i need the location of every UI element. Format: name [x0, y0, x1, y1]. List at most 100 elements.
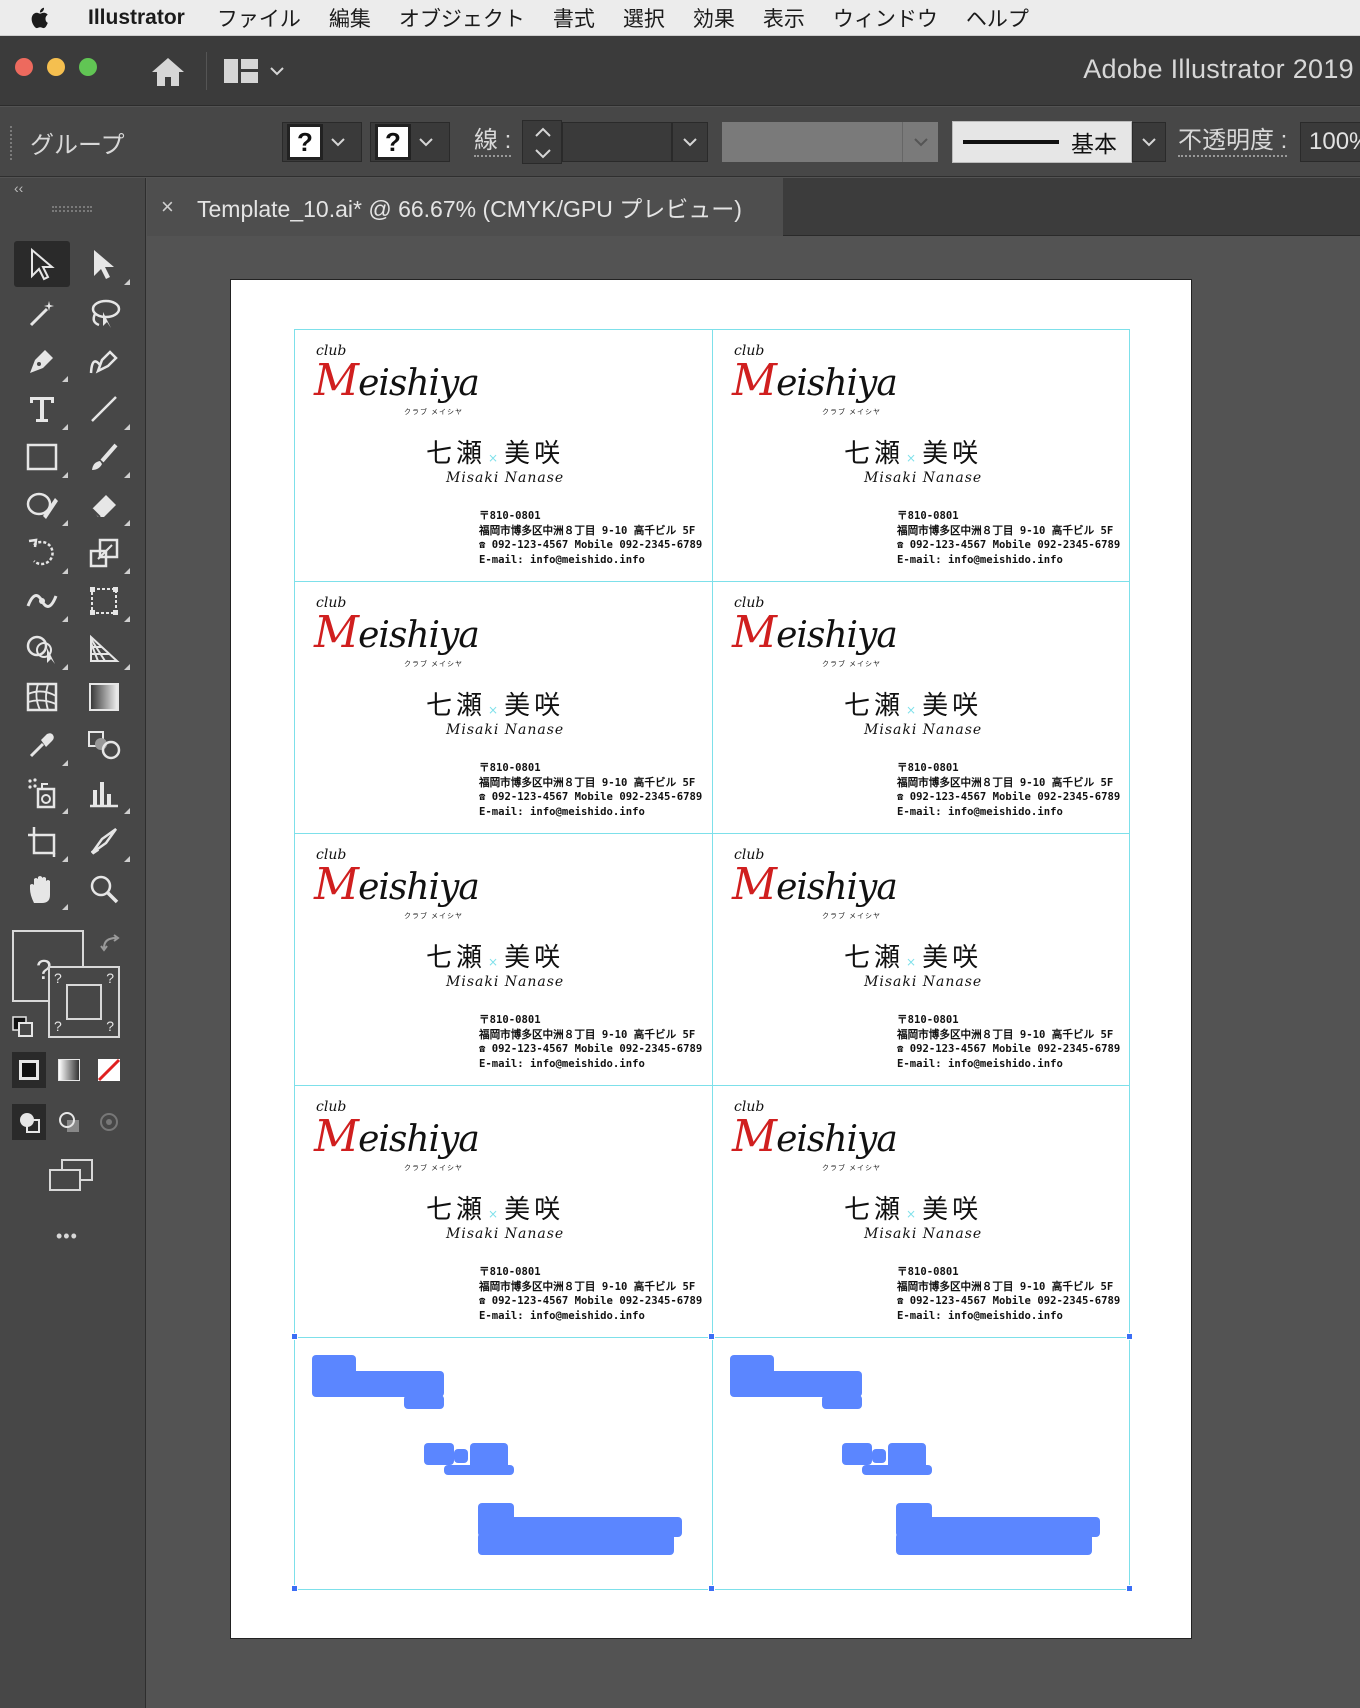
close-tab-icon[interactable]: × — [161, 194, 197, 220]
draw-behind-button[interactable] — [52, 1104, 86, 1140]
control-bar-grip[interactable] — [10, 126, 14, 160]
business-card[interactable]: club Meishiya クラブ メイシヤ 七瀬 ×美咲 Misaki Nana… — [712, 581, 1130, 833]
stroke-weight-spinner[interactable] — [522, 120, 562, 164]
selected-business-card[interactable] — [712, 1337, 1130, 1589]
card-address: 福岡市博多区中洲８丁目 9-10 高千ビル 5F — [479, 1280, 696, 1293]
tools-panel-grip[interactable] — [52, 206, 92, 212]
hand-tool[interactable] — [14, 866, 70, 912]
selection-handle[interactable] — [291, 1333, 298, 1340]
menu-app-name[interactable]: Illustrator — [88, 6, 185, 30]
card-kana: クラブ メイシヤ — [822, 913, 881, 920]
card-address: 福岡市博多区中洲８丁目 9-10 高千ビル 5F — [479, 1028, 696, 1041]
business-card[interactable]: club Meishiya クラブ メイシヤ 七瀬 ×美咲 Misaki Nana… — [294, 833, 712, 1085]
selection-type-label: グループ — [30, 132, 125, 159]
mesh-tool[interactable] — [14, 674, 70, 720]
stroke-color-picker[interactable]: ? — [370, 122, 450, 162]
selection-handle[interactable] — [1126, 1585, 1133, 1592]
menu-file[interactable]: ファイル — [217, 3, 301, 33]
document-tab[interactable]: × Template_10.ai* @ 66.67% (CMYK/GPU プレビ… — [147, 178, 783, 236]
brush-definition-select[interactable]: 基本 — [952, 121, 1132, 163]
change-screen-mode-icon[interactable] — [48, 1158, 94, 1197]
pen-tool[interactable] — [14, 338, 70, 384]
menu-help[interactable]: ヘルプ — [966, 3, 1029, 33]
swap-fill-stroke-icon[interactable] — [100, 934, 122, 959]
menu-type[interactable]: 書式 — [553, 3, 595, 33]
stroke-weight-dropdown[interactable] — [672, 122, 708, 162]
business-card[interactable]: club Meishiya クラブ メイシヤ 七瀬 ×美咲 Misaki Nana… — [712, 1085, 1130, 1337]
selection-tool[interactable] — [14, 241, 70, 287]
selection-handle[interactable] — [708, 1333, 715, 1340]
gradient-button[interactable] — [52, 1052, 86, 1088]
column-graph-tool[interactable] — [76, 770, 132, 816]
variable-width-profile[interactable] — [722, 122, 902, 162]
edit-toolbar-more-icon[interactable]: ••• — [56, 1226, 78, 1247]
selected-business-card[interactable] — [294, 1337, 712, 1589]
type-tool[interactable] — [14, 386, 70, 432]
stroke-weight-input[interactable] — [562, 122, 672, 162]
zoom-tool[interactable] — [76, 866, 132, 912]
eyedropper-tool[interactable] — [14, 722, 70, 768]
menu-effect[interactable]: 効果 — [693, 3, 735, 33]
menu-edit[interactable]: 編集 — [329, 3, 371, 33]
selection-handle[interactable] — [291, 1585, 298, 1592]
paintbrush-tool[interactable] — [76, 434, 132, 480]
business-card[interactable]: club Meishiya クラブ メイシヤ 七瀬 ×美咲 Misaki Nana… — [712, 329, 1130, 581]
selection-handle[interactable] — [708, 1585, 715, 1592]
curvature-tool[interactable] — [76, 338, 132, 384]
gradient-tool[interactable] — [76, 674, 132, 720]
menu-view[interactable]: 表示 — [763, 3, 805, 33]
business-card[interactable]: club Meishiya クラブ メイシヤ 七瀬 ×美咲 Misaki Nana… — [712, 833, 1130, 1085]
business-card[interactable]: club Meishiya クラブ メイシヤ 七瀬 ×美咲 Misaki Nana… — [294, 329, 712, 581]
lasso-tool[interactable] — [76, 290, 132, 336]
close-window-button[interactable] — [15, 58, 33, 76]
magic-wand-tool[interactable] — [14, 290, 70, 336]
menu-select[interactable]: 選択 — [623, 3, 665, 33]
symbol-sprayer-tool[interactable] — [14, 770, 70, 816]
direct-selection-tool[interactable] — [76, 241, 132, 287]
apple-icon[interactable] — [30, 6, 60, 30]
perspective-grid-tool[interactable] — [76, 626, 132, 672]
selection-handle[interactable] — [1126, 1333, 1133, 1340]
variable-width-dropdown[interactable] — [902, 122, 938, 162]
shaper-tool[interactable] — [14, 482, 70, 528]
menu-object[interactable]: オブジェクト — [399, 3, 525, 33]
shape-builder-tool[interactable] — [14, 626, 70, 672]
slice-tool[interactable] — [76, 818, 132, 864]
card-logo-initial: M — [732, 355, 777, 406]
workspace-switcher[interactable] — [224, 54, 294, 88]
opacity-input[interactable]: 100% — [1300, 122, 1360, 162]
draw-normal-button[interactable] — [12, 1104, 46, 1140]
rectangle-tool[interactable] — [14, 434, 70, 480]
draw-inside-button[interactable] — [92, 1104, 126, 1140]
blend-tool[interactable] — [76, 722, 132, 768]
line-segment-tool[interactable] — [76, 386, 132, 432]
card-postal: 〒810-0801 — [897, 510, 959, 522]
scale-tool[interactable] — [76, 530, 132, 576]
brush-definition-dropdown[interactable] — [1132, 122, 1166, 162]
business-card[interactable]: club Meishiya クラブ メイシヤ 七瀬 ×美咲 Misaki Nana… — [294, 581, 712, 833]
width-icon — [26, 594, 58, 608]
zoom-window-button[interactable] — [79, 58, 97, 76]
business-card[interactable]: club Meishiya クラブ メイシヤ 七瀬 ×美咲 Misaki Nana… — [294, 1085, 712, 1337]
default-fill-stroke-icon[interactable] — [12, 1016, 34, 1043]
free-transform-tool[interactable] — [76, 578, 132, 624]
opacity-label[interactable]: 不透明度 : — [1178, 127, 1288, 157]
card-logo-rest: eishiya — [358, 1119, 480, 1160]
none-button[interactable] — [92, 1052, 126, 1088]
rotate-tool[interactable] — [14, 530, 70, 576]
minimize-window-button[interactable] — [47, 58, 65, 76]
chevron-down-icon — [683, 138, 697, 147]
eraser-tool[interactable] — [76, 482, 132, 528]
stroke-weight-label[interactable]: 線 : — [474, 127, 512, 157]
home-button[interactable] — [146, 52, 190, 92]
color-button[interactable] — [12, 1052, 46, 1088]
stroke-swatch[interactable]: ? ? ? ? — [48, 966, 120, 1038]
card-name-separator: × — [488, 451, 503, 465]
collapse-panel-icon[interactable]: ‹‹ — [14, 180, 23, 196]
stroke-unknown-mark: ? — [54, 1018, 62, 1034]
menu-window[interactable]: ウィンドウ — [833, 3, 938, 33]
width-tool[interactable] — [14, 578, 70, 624]
fill-color-picker[interactable]: ? — [282, 122, 362, 162]
selection-arrow-icon — [31, 247, 55, 281]
artboard-tool[interactable] — [14, 818, 70, 864]
